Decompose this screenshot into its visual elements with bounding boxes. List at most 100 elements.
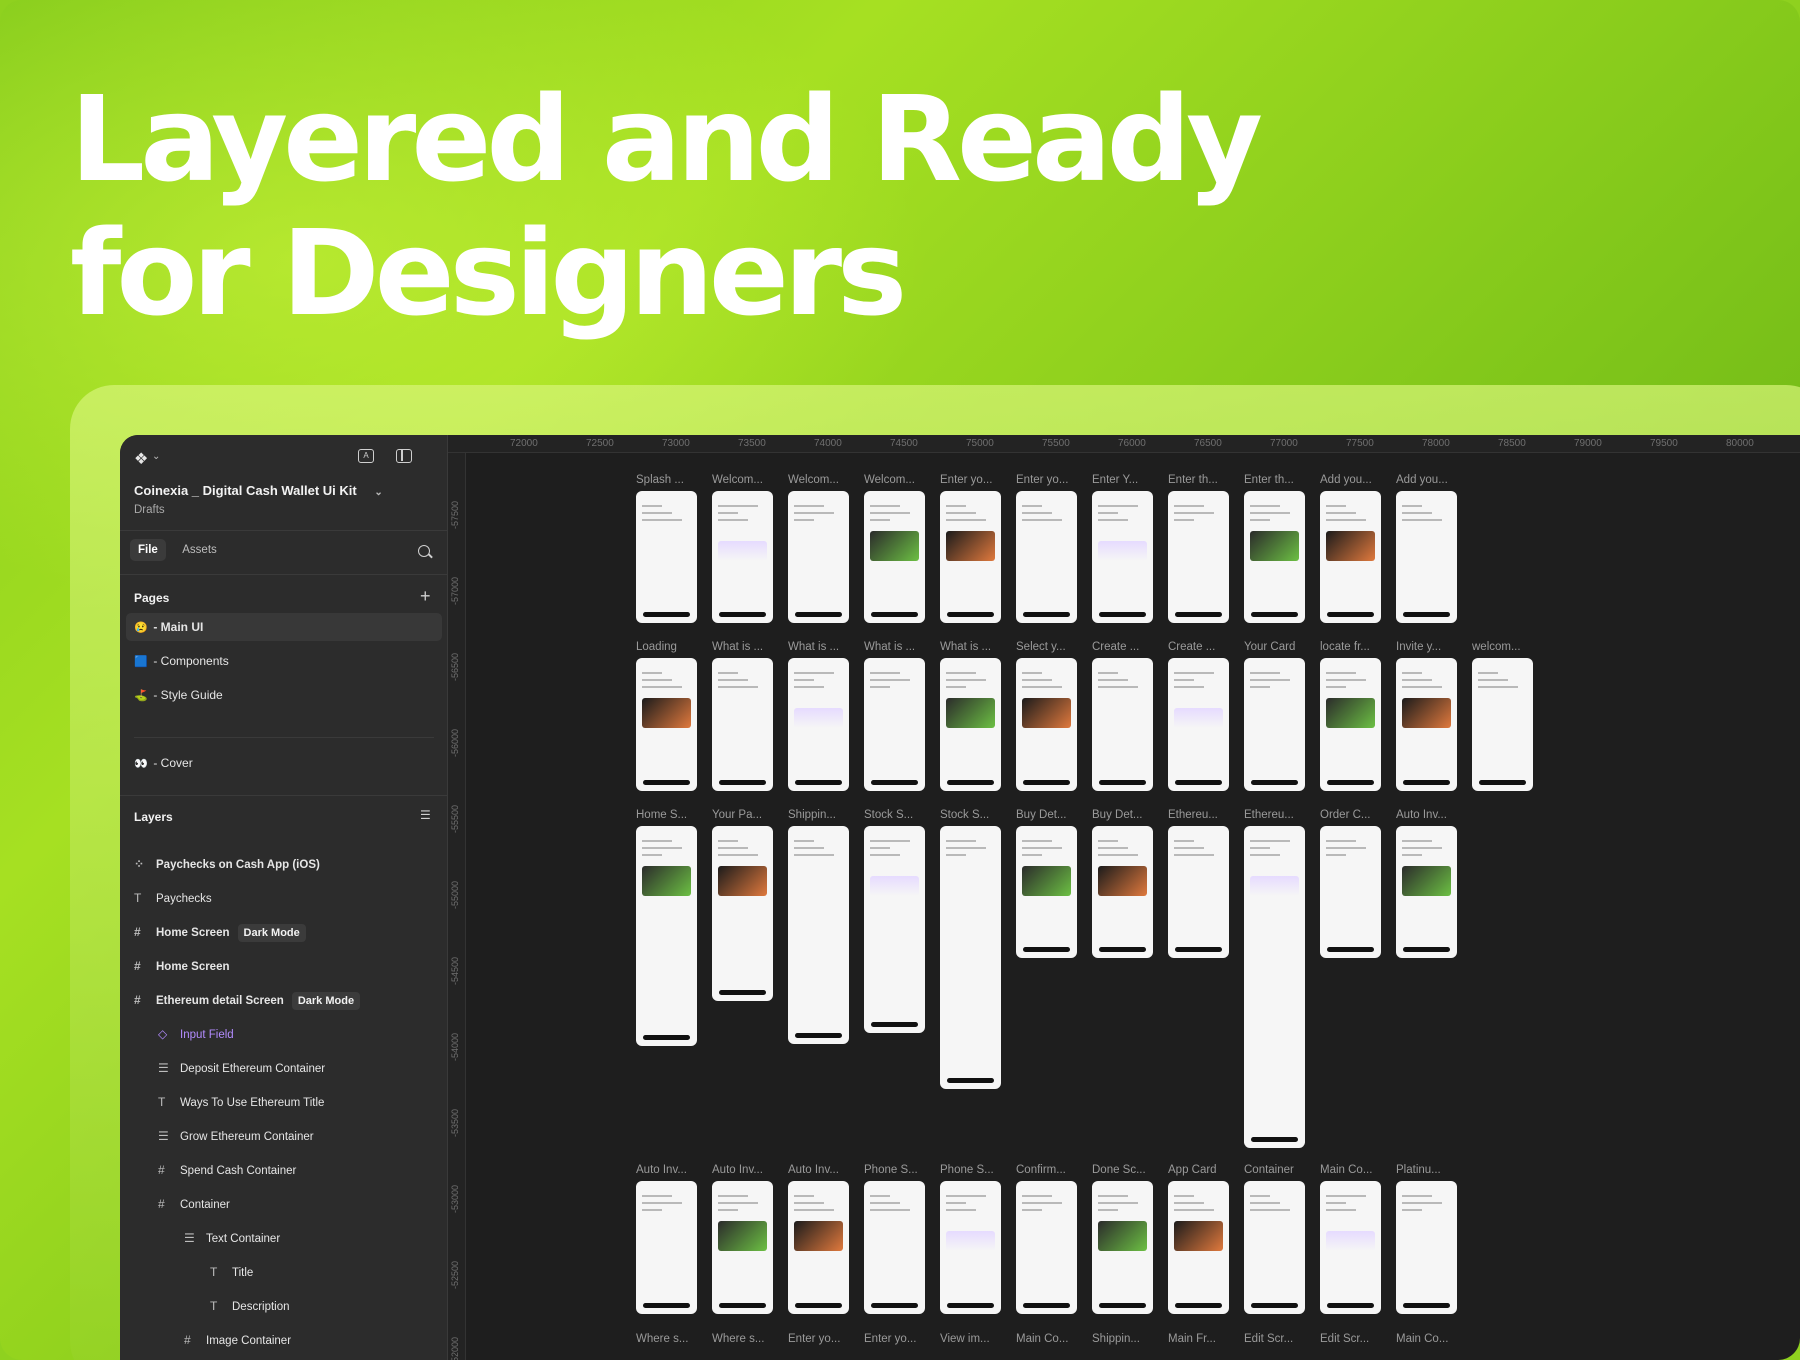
- screen-frame-thumbnail[interactable]: [940, 658, 1001, 791]
- frame-label[interactable]: Order C...: [1320, 809, 1370, 821]
- frame-label[interactable]: What is ...: [940, 641, 991, 653]
- screen-frame-thumbnail[interactable]: [1396, 1181, 1457, 1314]
- frame-label[interactable]: Splash ...: [636, 474, 684, 486]
- file-location[interactable]: Drafts: [134, 504, 165, 516]
- screen-frame-thumbnail[interactable]: [1396, 826, 1457, 958]
- frame-label[interactable]: Create ...: [1168, 641, 1215, 653]
- frame-label[interactable]: Shippin...: [788, 809, 836, 821]
- frame-label[interactable]: Container: [1244, 1164, 1294, 1176]
- layer-item[interactable]: # Image Container: [184, 1327, 291, 1353]
- layer-item[interactable]: ☰ Text Container: [184, 1225, 280, 1251]
- screen-frame-thumbnail[interactable]: [1168, 491, 1229, 623]
- page-item-cover[interactable]: 👀 - Cover: [126, 749, 442, 777]
- layer-item[interactable]: ◇ Input Field: [158, 1021, 234, 1047]
- tab-file[interactable]: File: [130, 539, 166, 561]
- screen-frame-thumbnail[interactable]: [1168, 826, 1229, 958]
- layer-item[interactable]: # Spend Cash Container: [158, 1157, 296, 1183]
- frame-label[interactable]: Enter Y...: [1092, 474, 1138, 486]
- frame-label[interactable]: Buy Det...: [1092, 809, 1143, 821]
- screen-frame-thumbnail[interactable]: [712, 658, 773, 791]
- screen-frame-thumbnail[interactable]: [636, 1181, 697, 1314]
- screen-frame-thumbnail[interactable]: [940, 1181, 1001, 1314]
- frame-label[interactable]: Welcom...: [788, 474, 839, 486]
- screen-frame-thumbnail[interactable]: [636, 658, 697, 791]
- screen-frame-thumbnail[interactable]: [712, 491, 773, 623]
- frame-label[interactable]: What is ...: [712, 641, 763, 653]
- frame-label[interactable]: Main Co...: [1320, 1164, 1372, 1176]
- frame-label[interactable]: Confirm...: [1016, 1164, 1066, 1176]
- file-name[interactable]: Coinexia _ Digital Cash Wallet Ui Kit ⌄: [134, 483, 383, 498]
- frame-label[interactable]: Platinu...: [1396, 1164, 1441, 1176]
- screen-frame-thumbnail[interactable]: [1016, 658, 1077, 791]
- frame-label[interactable]: locate fr...: [1320, 641, 1370, 653]
- layer-item[interactable]: T Description: [210, 1293, 290, 1319]
- frame-label[interactable]: Where s...: [712, 1333, 764, 1345]
- frame-label[interactable]: Phone S...: [864, 1164, 918, 1176]
- frame-label[interactable]: Welcom...: [712, 474, 763, 486]
- frame-label[interactable]: Create ...: [1092, 641, 1139, 653]
- search-icon[interactable]: [418, 545, 430, 557]
- frame-label[interactable]: Your Card: [1244, 641, 1295, 653]
- frame-label[interactable]: Select y...: [1016, 641, 1066, 653]
- frame-label[interactable]: Edit Scr...: [1320, 1333, 1369, 1345]
- layer-item[interactable]: # Home Screen: [134, 953, 230, 979]
- screen-frame-thumbnail[interactable]: [864, 1181, 925, 1314]
- frame-label[interactable]: Auto Inv...: [1396, 809, 1447, 821]
- screen-frame-thumbnail[interactable]: [1396, 491, 1457, 623]
- figma-logo-icon[interactable]: ❖: [134, 449, 148, 469]
- file-menu-chevron-icon[interactable]: ⌄: [374, 487, 382, 498]
- layer-item[interactable]: ⁘ Paychecks on Cash App (iOS): [134, 851, 320, 877]
- layer-item[interactable]: T Ways To Use Ethereum Title: [158, 1089, 324, 1115]
- frame-label[interactable]: Where s...: [636, 1333, 688, 1345]
- frame-label[interactable]: Main Co...: [1396, 1333, 1448, 1345]
- screen-frame-thumbnail[interactable]: [712, 826, 773, 1001]
- frame-label[interactable]: What is ...: [864, 641, 915, 653]
- frame-label[interactable]: Main Fr...: [1168, 1333, 1216, 1345]
- frame-label[interactable]: What is ...: [788, 641, 839, 653]
- frame-label[interactable]: welcom...: [1472, 641, 1521, 653]
- frame-label[interactable]: Add you...: [1396, 474, 1448, 486]
- screen-frame-thumbnail[interactable]: [1320, 491, 1381, 623]
- frame-label[interactable]: Ethereu...: [1244, 809, 1294, 821]
- frame-label[interactable]: Loading: [636, 641, 677, 653]
- frame-label[interactable]: Phone S...: [940, 1164, 994, 1176]
- design-canvas[interactable]: Splash ... Welcom... Welcom... Welcom... Ent…: [466, 453, 1800, 1360]
- screen-frame-thumbnail[interactable]: [1092, 658, 1153, 791]
- frame-label[interactable]: Ethereu...: [1168, 809, 1218, 821]
- screen-frame-thumbnail[interactable]: [712, 1181, 773, 1314]
- frame-label[interactable]: Enter yo...: [940, 474, 992, 486]
- screen-frame-thumbnail[interactable]: [1472, 658, 1533, 791]
- screen-frame-thumbnail[interactable]: [788, 658, 849, 791]
- screen-frame-thumbnail[interactable]: [1092, 1181, 1153, 1314]
- screen-frame-thumbnail[interactable]: [864, 491, 925, 623]
- screen-frame-thumbnail[interactable]: [1168, 658, 1229, 791]
- screen-frame-thumbnail[interactable]: [1244, 826, 1305, 1148]
- frame-label[interactable]: Auto Inv...: [712, 1164, 763, 1176]
- screen-frame-thumbnail[interactable]: [864, 658, 925, 791]
- layers-list-icon[interactable]: ☰: [420, 808, 431, 822]
- screen-frame-thumbnail[interactable]: [1092, 491, 1153, 623]
- layer-item[interactable]: ☰ Grow Ethereum Container: [158, 1123, 314, 1149]
- layer-item[interactable]: # Ethereum detail Screen Dark Mode: [134, 987, 361, 1013]
- frame-label[interactable]: Shippin...: [1092, 1333, 1140, 1345]
- frame-label[interactable]: Enter th...: [1168, 474, 1218, 486]
- layer-item[interactable]: # Container: [158, 1191, 230, 1217]
- frame-label[interactable]: Home S...: [636, 809, 687, 821]
- screen-frame-thumbnail[interactable]: [788, 826, 849, 1044]
- frame-label[interactable]: App Card: [1168, 1164, 1217, 1176]
- screen-frame-thumbnail[interactable]: [1244, 491, 1305, 623]
- screen-frame-thumbnail[interactable]: [1320, 658, 1381, 791]
- page-item-components[interactable]: 🟦 - Components: [126, 647, 442, 675]
- screen-frame-thumbnail[interactable]: [1244, 1181, 1305, 1314]
- add-page-plus-icon[interactable]: +: [420, 587, 431, 605]
- ai-icon[interactable]: A: [358, 449, 374, 463]
- screen-frame-thumbnail[interactable]: [1320, 1181, 1381, 1314]
- screen-frame-thumbnail[interactable]: [1396, 658, 1457, 791]
- screen-frame-thumbnail[interactable]: [1244, 658, 1305, 791]
- screen-frame-thumbnail[interactable]: [636, 826, 697, 1046]
- screen-frame-thumbnail[interactable]: [1016, 1181, 1077, 1314]
- frame-label[interactable]: Stock S...: [864, 809, 913, 821]
- frame-label[interactable]: Main Co...: [1016, 1333, 1068, 1345]
- screen-frame-thumbnail[interactable]: [1320, 826, 1381, 958]
- frame-label[interactable]: Invite y...: [1396, 641, 1441, 653]
